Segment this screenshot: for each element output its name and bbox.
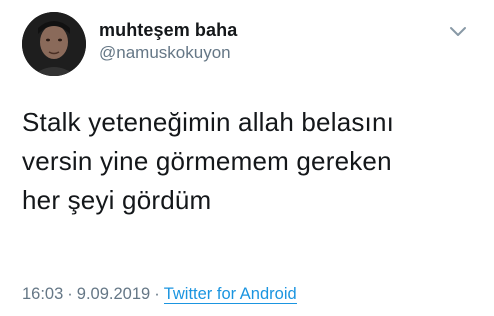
source-link[interactable]: Twitter for Android [163,285,297,304]
tweet-card: muhteşem baha @namuskokuyon Stalk yetene… [0,0,494,316]
chevron-down-icon[interactable] [448,24,468,40]
separator: · [154,285,160,303]
avatar-photo [22,12,86,76]
tweet-text-line: versin yine görmemem gereken [22,146,392,176]
tweet-date[interactable]: 9.09.2019 [77,285,150,303]
tweet-header: muhteşem baha @namuskokuyon [22,10,482,76]
tweet-text-line: her şeyi gördüm [22,185,212,215]
avatar[interactable] [22,12,86,76]
separator: · [67,285,73,303]
user-names: muhteşem baha @namuskokuyon [99,19,237,64]
user-handle[interactable]: @namuskokuyon [99,42,237,64]
tweet-time[interactable]: 16:03 [22,285,63,303]
tweet-text: Stalk yeteneğimin allah belasını versin … [22,103,478,220]
display-name[interactable]: muhteşem baha [99,19,237,41]
tweet-text-line: Stalk yeteneğimin allah belasını [22,107,395,137]
tweet-meta: 16:03 · 9.09.2019 · Twitter for Android [22,285,297,304]
